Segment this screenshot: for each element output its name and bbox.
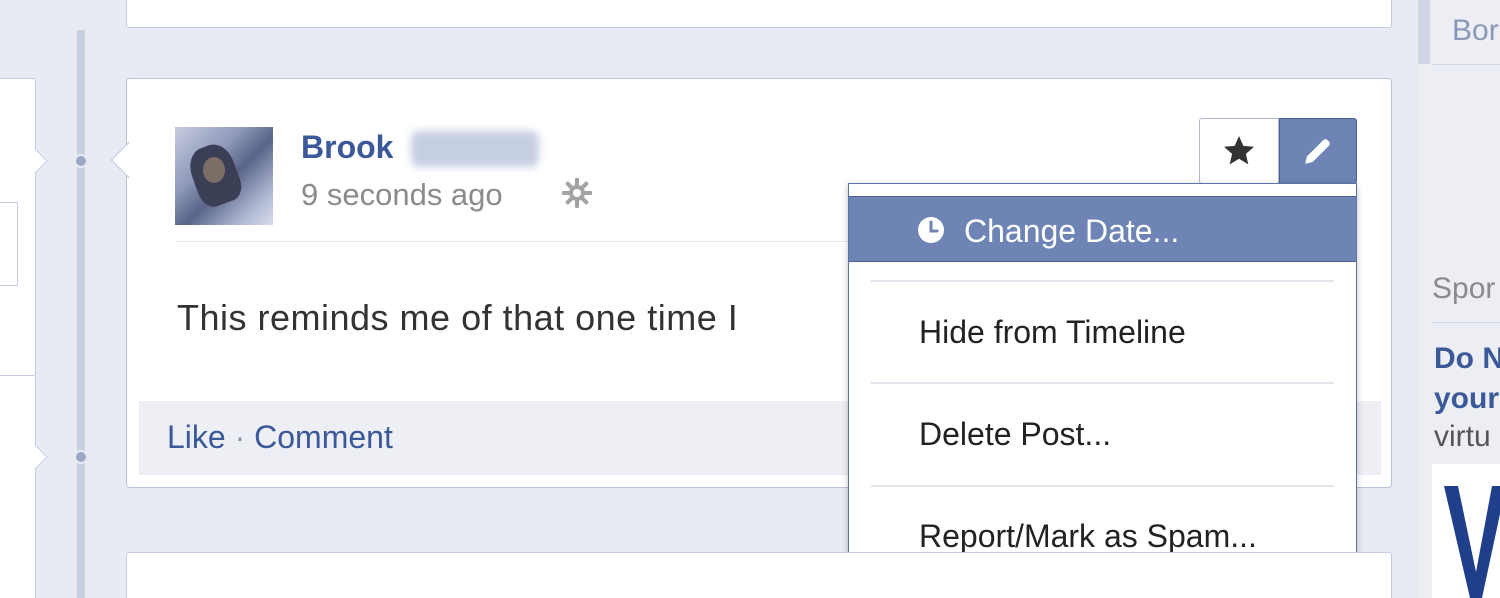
next-post-card: [126, 552, 1392, 598]
menu-item-change-date[interactable]: Change Date...: [849, 196, 1356, 262]
timeline-dot: [74, 154, 88, 168]
action-separator: ·: [234, 419, 246, 455]
menu-item-label: Report/Mark as Spam...: [919, 518, 1257, 554]
ad-title-continued[interactable]: your: [1434, 382, 1499, 416]
timeline-spine: [77, 30, 85, 598]
ad-body: virtu: [1434, 420, 1491, 453]
avatar[interactable]: [175, 127, 273, 225]
menu-divider: [871, 280, 1334, 282]
ad-image[interactable]: [1432, 464, 1500, 598]
post-timestamp[interactable]: 9 seconds ago: [301, 177, 503, 213]
previous-card-box: [0, 202, 18, 286]
menu-item-hide-from-timeline[interactable]: Hide from Timeline: [849, 300, 1356, 366]
sidebar-divider: [1432, 64, 1500, 65]
sidebar-divider: [1432, 322, 1500, 323]
menu-item-delete-post[interactable]: Delete Post...: [849, 402, 1356, 468]
menu-divider: [871, 382, 1334, 384]
clock-icon: [918, 217, 944, 243]
like-link[interactable]: Like: [167, 419, 226, 455]
author-surname-redacted: [411, 131, 539, 167]
sidebar-top-text[interactable]: Bor: [1452, 14, 1499, 48]
comment-link[interactable]: Comment: [254, 419, 393, 455]
post-text: This reminds me of that one time I: [177, 297, 739, 338]
author-name[interactable]: Brook: [301, 129, 393, 166]
star-icon: [1224, 136, 1254, 165]
sponsored-heading: Spor: [1432, 272, 1496, 305]
ad-logo-icon: [1444, 486, 1500, 598]
pencil-icon: [1305, 139, 1330, 164]
timeline-dot: [74, 450, 88, 464]
menu-item-label: Hide from Timeline: [919, 314, 1186, 350]
highlight-star-button[interactable]: [1199, 118, 1279, 184]
menu-item-label: Change Date...: [964, 213, 1180, 249]
post-actions: Like · Comment: [167, 419, 393, 456]
edit-post-button[interactable]: [1279, 118, 1357, 184]
next-left-timeline-card: [0, 375, 36, 598]
audience-gear-icon[interactable]: [559, 175, 595, 211]
sidebar-scroll-indicator: [1418, 0, 1430, 64]
post-options-menu: Change Date... Hide from Timeline Delete…: [848, 183, 1357, 583]
ad-title[interactable]: Do N: [1434, 342, 1500, 376]
menu-item-label: Delete Post...: [919, 416, 1112, 452]
previous-post-card: [126, 0, 1392, 28]
menu-divider: [871, 485, 1334, 487]
